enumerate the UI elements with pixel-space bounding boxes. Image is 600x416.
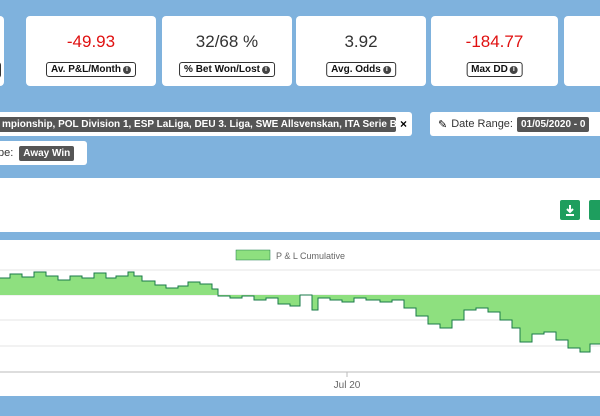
bet-won-lost-label[interactable]: % Bet Won/Lost i — [179, 62, 275, 77]
bet-type-label: pe: — [0, 147, 14, 159]
pl-area — [0, 272, 600, 352]
date-range-value: 01/05/2020 - 0 — [516, 116, 590, 132]
info-icon: i — [123, 65, 131, 74]
pencil-icon: ✎ — [438, 118, 448, 131]
bet-type-value: Away Win — [19, 145, 75, 161]
avg-odds-label[interactable]: Avg. Odds i — [326, 62, 396, 77]
info-icon: i — [261, 65, 270, 74]
pl-chart: Jul 20 P & L Cumulative — [0, 249, 600, 391]
max-dd-value: -184.77 — [465, 32, 524, 51]
toolbar-panel — [0, 178, 600, 232]
chart-panel: Jul 20 P & L Cumulative — [0, 240, 600, 396]
date-range-label: Date Range: — [451, 118, 513, 130]
stat-card-partial-left — [0, 16, 4, 86]
stat-card-avg-pl-month: -49.93 Av. P&L/Month i — [26, 16, 156, 86]
legend-label: P & L Cumulative — [276, 251, 345, 261]
close-icon[interactable]: × — [400, 117, 407, 131]
bet-type-filter[interactable]: pe: Away Win — [0, 141, 87, 165]
avg-odds-value: 3.92 — [344, 32, 378, 51]
league-filter[interactable]: mpionship, POL Division 1, ESP LaLiga, D… — [0, 112, 412, 136]
download-icon — [566, 205, 574, 216]
avg-pl-month-value: -49.93 — [66, 32, 116, 51]
max-dd-label[interactable]: Max DD i — [466, 62, 523, 77]
legend-swatch — [235, 249, 271, 261]
info-icon: i — [382, 65, 391, 74]
stat-card-avg-odds: 3.92 Avg. Odds i — [296, 16, 426, 86]
bet-won-lost-value: 32/68 % — [195, 32, 259, 51]
avg-pl-month-label[interactable]: Av. P&L/Month i — [46, 62, 136, 77]
stat-card-bet-won-lost: 32/68 % % Bet Won/Lost i — [162, 16, 292, 86]
stat-card-max-dd: -184.77 Max DD i — [431, 16, 558, 86]
x-tick-label: Jul 20 — [334, 380, 361, 391]
league-tag: mpionship, POL Division 1, ESP LaLiga, D… — [0, 116, 396, 132]
export-button[interactable] — [589, 200, 600, 220]
stat-card-partial-right — [564, 16, 600, 86]
download-button[interactable] — [560, 200, 580, 220]
date-range-filter[interactable]: ✎ Date Range: 01/05/2020 - 0 — [430, 112, 600, 136]
info-icon: i — [509, 65, 518, 74]
